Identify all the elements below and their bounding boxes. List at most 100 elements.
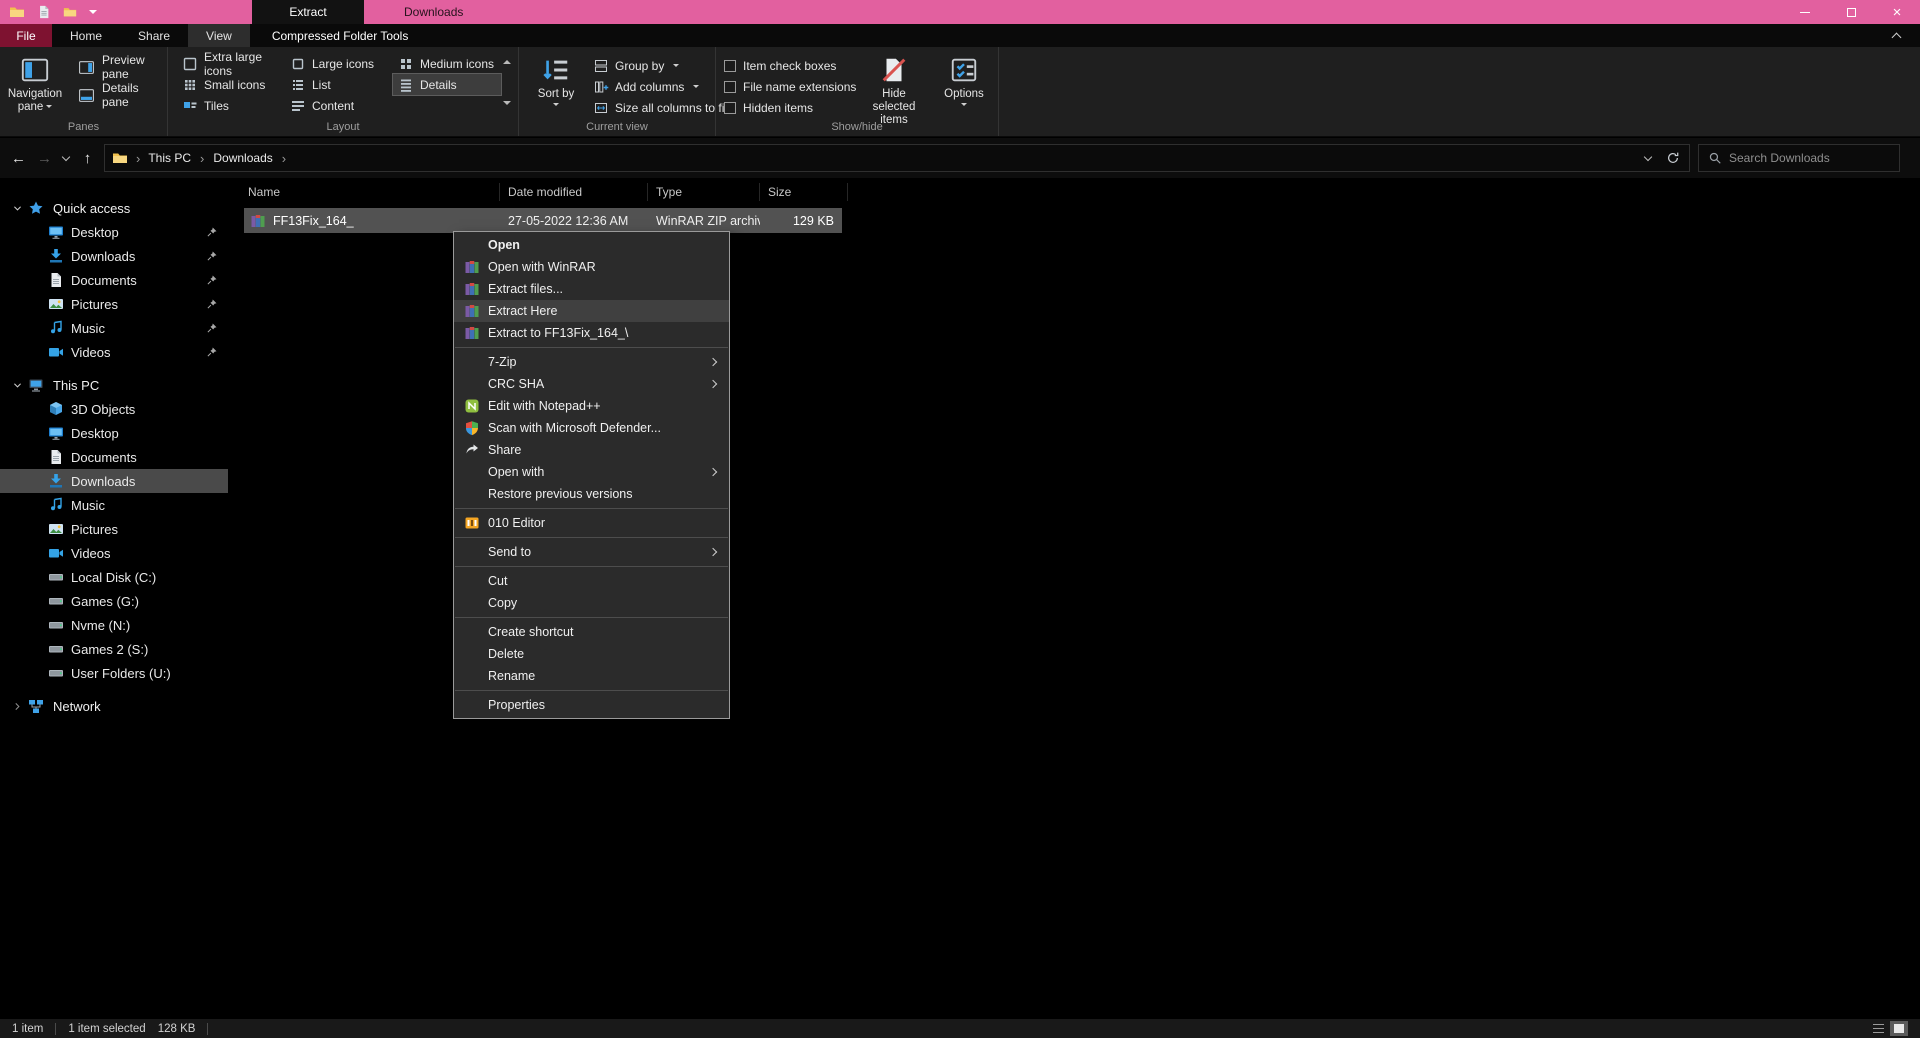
chevron-right-icon[interactable] (10, 701, 24, 712)
checkbox[interactable] (724, 101, 736, 114)
context-menu-item-restore-previous-versions[interactable]: Restore previous versions (454, 483, 729, 505)
chevron-down-icon[interactable] (10, 203, 24, 214)
collapse-ribbon-button[interactable] (1891, 24, 1902, 47)
menu-separator (455, 617, 728, 618)
context-menu-item-cut[interactable]: Cut (454, 570, 729, 592)
column-header-name[interactable]: Name (240, 183, 500, 201)
context-menu-item-create-shortcut[interactable]: Create shortcut (454, 621, 729, 643)
address-dropdown-button[interactable] (1640, 146, 1656, 171)
context-menu-item-crc-sha[interactable]: CRC SHA (454, 373, 729, 395)
breadcrumb-segment[interactable]: Downloads (213, 151, 272, 165)
column-header-type[interactable]: Type (648, 183, 760, 201)
context-menu-item-properties[interactable]: Properties (454, 694, 729, 716)
thumbnail-view-toggle-button[interactable] (1890, 1021, 1908, 1036)
up-button[interactable]: ↑ (75, 146, 100, 171)
navigation-pane-button[interactable]: Navigation pane (2, 51, 68, 114)
sidebar-item-games-2-s[interactable]: Games 2 (S:) (0, 637, 228, 661)
sort-by-button[interactable]: Sort by (527, 51, 585, 109)
sidebar-item-pictures[interactable]: Pictures (0, 517, 228, 541)
sidebar-item-local-disk-c[interactable]: Local Disk (C:) (0, 565, 228, 589)
layout-option-details[interactable]: Details (392, 73, 502, 96)
sidebar-item-user-folders-u[interactable]: User Folders (U:) (0, 661, 228, 685)
sidebar-item-videos[interactable]: Videos (0, 541, 228, 565)
qat-properties-button[interactable] (37, 5, 51, 19)
qat-new-folder-button[interactable] (63, 5, 77, 19)
column-header-date-modified[interactable]: Date modified (500, 183, 648, 201)
contextual-tab-badge[interactable]: Extract (252, 0, 364, 24)
tab-file[interactable]: File (0, 24, 52, 47)
context-menu-item-extract-files[interactable]: Extract files... (454, 278, 729, 300)
sidebar-item-documents[interactable]: Documents (0, 445, 228, 469)
details-pane-button[interactable]: Details pane (72, 81, 167, 109)
show-hide-checkbox-row-file-name-extensions[interactable]: File name extensions (724, 76, 856, 97)
context-menu-item-010-editor[interactable]: 010 Editor (454, 512, 729, 534)
layout-option-content[interactable]: Content (285, 95, 393, 116)
ribbon-tab-share[interactable]: Share (120, 24, 188, 47)
layout-scroll-up-button[interactable] (500, 53, 514, 69)
sidebar-item-desktop[interactable]: Desktop (0, 421, 228, 445)
context-menu-item-open-with-winrar[interactable]: Open with WinRAR (454, 256, 729, 278)
close-button[interactable]: × (1874, 0, 1920, 24)
context-menu-item-extract-here[interactable]: Extract Here (454, 300, 729, 322)
search-input[interactable] (1729, 151, 1879, 165)
sidebar-item-pictures[interactable]: Pictures (0, 292, 228, 316)
sidebar-item-games-g[interactable]: Games (G:) (0, 589, 228, 613)
forward-button[interactable]: → (32, 146, 57, 171)
ribbon-tab-home[interactable]: Home (52, 24, 120, 47)
layout-option-extra-large-icons[interactable]: Extra large icons (177, 50, 285, 78)
show-hide-checkbox-row-hidden-items[interactable]: Hidden items (724, 97, 856, 118)
layout-option-large-icons[interactable]: Large icons (285, 53, 393, 74)
column-header-size[interactable]: Size (760, 183, 848, 201)
context-menu-item-rename[interactable]: Rename (454, 665, 729, 687)
winrar-icon (464, 281, 480, 297)
sidebar-item-3d-objects[interactable]: 3D Objects (0, 397, 228, 421)
minimize-button[interactable] (1782, 0, 1828, 24)
sidebar-item-documents[interactable]: Documents (0, 268, 228, 292)
sidebar-section-network[interactable]: Network (0, 694, 228, 718)
sidebar-section-this-pc[interactable]: This PC (0, 373, 228, 397)
preview-pane-button[interactable]: Preview pane (72, 53, 167, 81)
breadcrumb-bar[interactable]: This PC Downloads (104, 144, 1690, 172)
sidebar-item-music[interactable]: Music (0, 493, 228, 517)
context-menu-item-extract-to-ff13fix-164[interactable]: Extract to FF13Fix_164_\ (454, 322, 729, 344)
layout-option-medium-icons[interactable]: Medium icons (393, 53, 501, 74)
checkbox[interactable] (724, 80, 736, 93)
breadcrumb-segment[interactable]: This PC (148, 151, 191, 165)
maximize-button[interactable] (1828, 0, 1874, 24)
sidebar-item-videos[interactable]: Videos (0, 340, 228, 364)
context-menu-item-delete[interactable]: Delete (454, 643, 729, 665)
search-box[interactable] (1698, 144, 1900, 172)
context-menu-item-edit-with-notepad[interactable]: Edit with Notepad++ (454, 395, 729, 417)
context-menu-item-open[interactable]: Open (454, 234, 729, 256)
context-menu-item-7-zip[interactable]: 7-Zip (454, 351, 729, 373)
refresh-button[interactable] (1660, 146, 1685, 171)
ribbon: Navigation pane Preview pane Details pan… (0, 47, 1920, 137)
file-row[interactable]: FF13Fix_164_ 27-05-2022 12:36 AM WinRAR … (244, 208, 842, 233)
sidebar-section-quick-access[interactable]: Quick access (0, 196, 228, 220)
context-menu-item-copy[interactable]: Copy (454, 592, 729, 614)
layout-scroll-down-button[interactable] (500, 95, 514, 111)
checkbox[interactable] (724, 59, 736, 72)
sidebar-item-downloads[interactable]: Downloads (0, 469, 228, 493)
layout-option-tiles[interactable]: Tiles (177, 95, 285, 116)
recent-locations-button[interactable] (58, 146, 74, 171)
layout-option-small-icons[interactable]: Small icons (177, 74, 285, 95)
back-button[interactable]: ← (6, 146, 31, 171)
context-menu-item-scan-with-microsoft-defender[interactable]: Scan with Microsoft Defender... (454, 417, 729, 439)
hide-selected-items-button[interactable]: Hide selected items (860, 51, 928, 128)
options-button[interactable]: Options (936, 51, 992, 109)
details-view-toggle-button[interactable] (1869, 1021, 1887, 1036)
sidebar-item-desktop[interactable]: Desktop (0, 220, 228, 244)
sidebar-item-music[interactable]: Music (0, 316, 228, 340)
qat-customize-icon[interactable] (89, 6, 97, 18)
sidebar-item-nvme-n[interactable]: Nvme (N:) (0, 613, 228, 637)
chevron-down-icon[interactable] (10, 380, 24, 391)
layout-option-list[interactable]: List (285, 74, 393, 95)
ribbon-tab-view[interactable]: View (188, 24, 250, 47)
context-menu-item-send-to[interactable]: Send to (454, 541, 729, 563)
sidebar-item-downloads[interactable]: Downloads (0, 244, 228, 268)
context-menu-item-open-with[interactable]: Open with (454, 461, 729, 483)
show-hide-checkbox-row-item-check-boxes[interactable]: Item check boxes (724, 55, 856, 76)
ribbon-tab-compressed-folder-tools[interactable]: Compressed Folder Tools (250, 24, 431, 47)
context-menu-item-share[interactable]: Share (454, 439, 729, 461)
